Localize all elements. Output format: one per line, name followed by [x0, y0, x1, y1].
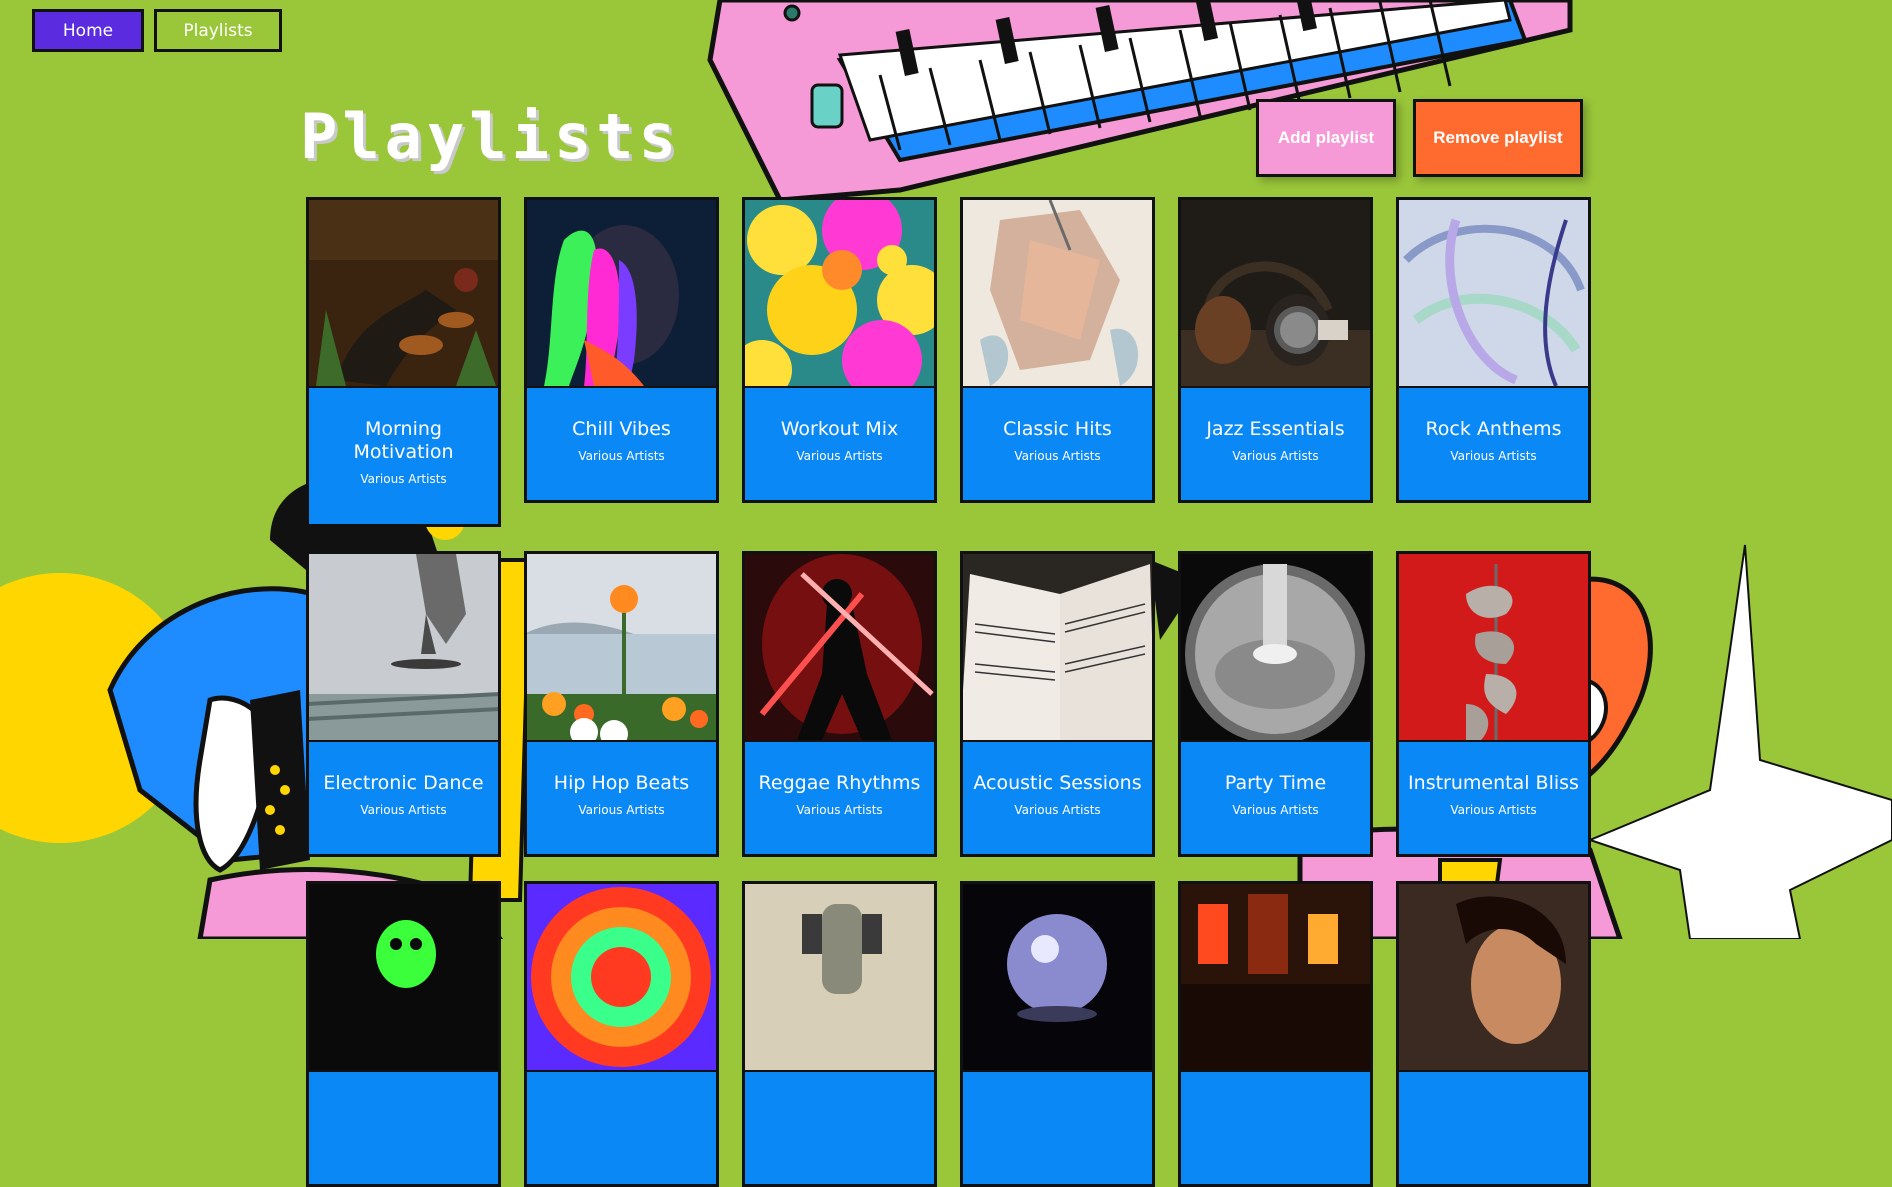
playlist-name: Morning Motivation — [353, 418, 454, 463]
playlist-info — [963, 1072, 1152, 1102]
playlist-cover-image — [963, 200, 1152, 388]
playlist-info: Classic Hits Various Artists — [963, 388, 1152, 463]
playlist-card[interactable] — [1396, 881, 1591, 1187]
playlist-name: Instrumental Bliss — [1408, 772, 1579, 794]
playlist-card[interactable]: Instrumental Bliss Various Artists — [1396, 551, 1591, 857]
playlist-cover-image — [309, 554, 498, 742]
playlist-card[interactable] — [742, 881, 937, 1187]
playlist-name: Jazz Essentials — [1206, 418, 1345, 440]
playlist-artist: Various Artists — [796, 449, 883, 463]
playlist-info: Jazz Essentials Various Artists — [1181, 388, 1370, 463]
home-nav-button[interactable]: Home — [32, 9, 144, 52]
playlist-cover-image — [527, 884, 716, 1072]
playlist-card[interactable] — [960, 881, 1155, 1187]
playlist-card[interactable] — [306, 881, 501, 1187]
playlist-card[interactable]: Workout Mix Various Artists — [742, 197, 937, 503]
playlist-cover-image — [527, 200, 716, 388]
playlist-artist: Various Artists — [1450, 803, 1537, 817]
playlist-name: Acoustic Sessions — [973, 772, 1142, 794]
playlist-info — [1399, 1072, 1588, 1102]
playlist-name: Party Time — [1224, 772, 1327, 794]
playlist-info: Instrumental Bliss Various Artists — [1399, 742, 1588, 817]
playlist-card[interactable]: Jazz Essentials Various Artists — [1178, 197, 1373, 503]
playlist-card[interactable] — [1178, 881, 1373, 1187]
playlist-card[interactable] — [524, 881, 719, 1187]
playlists-nav-button[interactable]: Playlists — [154, 9, 282, 52]
playlist-name: Workout Mix — [780, 418, 899, 440]
playlist-artist: Various Artists — [360, 472, 447, 486]
playlist-card[interactable]: Rock Anthems Various Artists — [1396, 197, 1591, 503]
playlist-card[interactable]: Reggae Rhythms Various Artists — [742, 551, 937, 857]
playlist-artist: Various Artists — [1232, 449, 1319, 463]
playlist-info — [309, 1072, 498, 1102]
page-title: Playlists — [300, 100, 681, 173]
playlist-cover-image — [1399, 200, 1588, 388]
playlist-artist: Various Artists — [360, 803, 447, 817]
playlist-info — [745, 1072, 934, 1102]
playlist-artist: Various Artists — [1014, 803, 1101, 817]
playlist-card[interactable]: Morning Motivation Various Artists — [306, 197, 501, 527]
playlist-cover-image — [963, 884, 1152, 1072]
playlist-info: Reggae Rhythms Various Artists — [745, 742, 934, 817]
playlist-artist: Various Artists — [578, 803, 665, 817]
background-illustration — [0, 0, 1892, 939]
playlist-info: Chill Vibes Various Artists — [527, 388, 716, 463]
playlist-info: Morning Motivation Various Artists — [309, 388, 498, 486]
playlist-name: Hip Hop Beats — [553, 772, 690, 794]
playlist-info: Electronic Dance Various Artists — [309, 742, 498, 817]
playlist-name: Electronic Dance — [323, 772, 484, 794]
playlist-info — [527, 1072, 716, 1102]
playlist-cover-image — [1399, 884, 1588, 1072]
remove-playlist-button[interactable]: Remove playlist — [1413, 99, 1583, 177]
playlist-card[interactable]: Acoustic Sessions Various Artists — [960, 551, 1155, 857]
playlist-artist: Various Artists — [578, 449, 665, 463]
playlist-info: Party Time Various Artists — [1181, 742, 1370, 817]
playlist-card[interactable]: Party Time Various Artists — [1178, 551, 1373, 857]
playlist-artist: Various Artists — [1014, 449, 1101, 463]
playlist-cover-image — [1181, 884, 1370, 1072]
playlist-cover-image — [745, 200, 934, 388]
playlist-cover-image — [745, 554, 934, 742]
playlist-artist: Various Artists — [1232, 803, 1319, 817]
playlist-name: Rock Anthems — [1425, 418, 1562, 440]
playlist-cover-image — [1181, 200, 1370, 388]
playlist-cover-image — [309, 200, 498, 388]
playlist-name: Reggae Rhythms — [758, 772, 921, 794]
playlist-cover-image — [309, 884, 498, 1072]
playlist-cover-image — [1399, 554, 1588, 742]
playlist-name: Classic Hits — [1003, 418, 1112, 440]
playlist-cover-image — [527, 554, 716, 742]
playlist-card[interactable]: Chill Vibes Various Artists — [524, 197, 719, 503]
playlist-card[interactable]: Hip Hop Beats Various Artists — [524, 551, 719, 857]
playlist-info: Workout Mix Various Artists — [745, 388, 934, 463]
playlist-cover-image — [963, 554, 1152, 742]
playlist-card[interactable]: Electronic Dance Various Artists — [306, 551, 501, 857]
add-playlist-button[interactable]: Add playlist — [1256, 99, 1396, 177]
playlist-name: Chill Vibes — [572, 418, 671, 440]
playlist-artist: Various Artists — [796, 803, 883, 817]
playlist-cover-image — [1181, 554, 1370, 742]
playlist-info: Acoustic Sessions Various Artists — [963, 742, 1152, 817]
playlist-cover-image — [745, 884, 934, 1072]
playlist-info: Hip Hop Beats Various Artists — [527, 742, 716, 817]
playlist-info — [1181, 1072, 1370, 1102]
playlist-card[interactable]: Classic Hits Various Artists — [960, 197, 1155, 503]
playlist-info: Rock Anthems Various Artists — [1399, 388, 1588, 463]
playlist-artist: Various Artists — [1450, 449, 1537, 463]
